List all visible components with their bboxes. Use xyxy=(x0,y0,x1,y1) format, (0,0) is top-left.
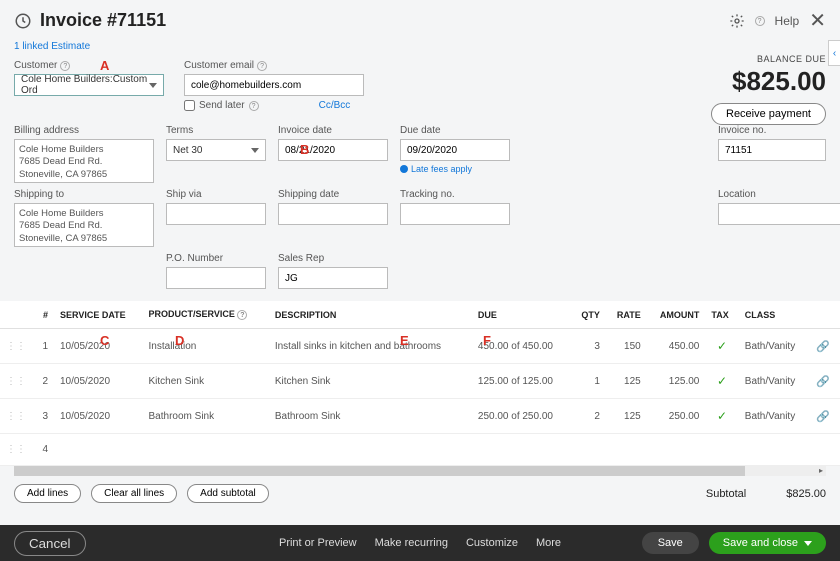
drag-handle-icon[interactable]: ⋮⋮ xyxy=(0,434,32,466)
billing-address-label: Billing address xyxy=(14,125,154,136)
gear-icon[interactable] xyxy=(729,13,745,29)
ccbcc-link[interactable]: Cc/Bcc xyxy=(319,100,351,111)
add-lines-button[interactable]: Add lines xyxy=(14,484,81,503)
location-input[interactable] xyxy=(718,203,840,225)
tracking-no-input[interactable] xyxy=(400,203,510,225)
table-row[interactable]: ⋮⋮ 310/05/2020Bathroom SinkBathroom Sink… xyxy=(0,399,840,434)
po-number-input[interactable] xyxy=(166,267,266,289)
tracking-no-label: Tracking no. xyxy=(400,189,510,200)
drag-handle-icon[interactable]: ⋮⋮ xyxy=(0,364,32,399)
horizontal-scrollbar[interactable]: ▸ xyxy=(14,466,826,476)
invoice-no-label: Invoice no. xyxy=(718,125,826,136)
customize-link[interactable]: Customize xyxy=(466,537,518,549)
subtotal-label: Subtotal xyxy=(706,488,746,500)
add-subtotal-button[interactable]: Add subtotal xyxy=(187,484,269,503)
due-date-label: Due date xyxy=(400,125,510,136)
clear-all-lines-button[interactable]: Clear all lines xyxy=(91,484,177,503)
help-icon[interactable]: ? xyxy=(755,16,765,26)
invoice-date-input[interactable] xyxy=(278,139,388,161)
invoice-no-input[interactable] xyxy=(718,139,826,161)
customer-label: Customer? xyxy=(14,60,164,71)
customer-select[interactable]: Cole Home Builders:Custom Ord xyxy=(14,74,164,96)
make-recurring-link[interactable]: Make recurring xyxy=(375,537,448,549)
close-icon[interactable]: ✕ xyxy=(809,8,826,33)
drag-handle-icon[interactable]: ⋮⋮ xyxy=(0,329,32,364)
billing-address-input[interactable] xyxy=(14,139,154,183)
linked-estimate-link[interactable]: 1 linked Estimate xyxy=(0,39,840,54)
table-row[interactable]: ⋮⋮ 4 xyxy=(0,434,840,466)
sales-rep-input[interactable] xyxy=(278,267,388,289)
late-fees-indicator: Late fees apply xyxy=(400,164,510,174)
shipping-to-label: Shipping to xyxy=(14,189,154,200)
shipping-date-input[interactable] xyxy=(278,203,388,225)
more-link[interactable]: More xyxy=(536,537,561,549)
save-button[interactable]: Save xyxy=(642,532,699,554)
email-label: Customer email? xyxy=(184,60,364,71)
line-items-table: # SERVICE DATE PRODUCT/SERVICE ? DESCRIP… xyxy=(0,301,840,466)
po-number-label: P.O. Number xyxy=(166,253,266,264)
page-title: Invoice #71151 xyxy=(40,10,166,31)
shipping-date-label: Shipping date xyxy=(278,189,388,200)
email-input[interactable] xyxy=(184,74,364,96)
sales-rep-label: Sales Rep xyxy=(278,253,388,264)
balance-due-amount: $825.00 xyxy=(711,66,826,97)
print-preview-link[interactable]: Print or Preview xyxy=(279,537,357,549)
table-row[interactable]: ⋮⋮ 110/05/2020InstallationInstall sinks … xyxy=(0,329,840,364)
due-date-input[interactable] xyxy=(400,139,510,161)
save-and-close-button[interactable]: Save and close xyxy=(709,532,826,554)
table-row[interactable]: ⋮⋮ 210/05/2020Kitchen SinkKitchen Sink 1… xyxy=(0,364,840,399)
send-later-checkbox[interactable]: Send later? xyxy=(184,100,259,111)
receive-payment-button[interactable]: Receive payment xyxy=(711,103,826,125)
subtotal-value: $825.00 xyxy=(786,488,826,500)
location-label: Location xyxy=(718,189,826,200)
help-label[interactable]: Help xyxy=(775,14,800,28)
drag-handle-icon[interactable]: ⋮⋮ xyxy=(0,399,32,434)
link-icon[interactable]: 🔗 xyxy=(810,399,840,434)
history-icon xyxy=(14,12,32,30)
shipping-to-input[interactable] xyxy=(14,203,154,247)
link-icon[interactable]: 🔗 xyxy=(810,364,840,399)
terms-label: Terms xyxy=(166,125,266,136)
link-icon[interactable] xyxy=(810,434,840,466)
cancel-button[interactable]: Cancel xyxy=(14,531,86,556)
invoice-date-label: Invoice date xyxy=(278,125,388,136)
link-icon[interactable]: 🔗 xyxy=(810,329,840,364)
terms-select[interactable]: Net 30 xyxy=(166,139,266,161)
ship-via-input[interactable] xyxy=(166,203,266,225)
balance-due-label: BALANCE DUE xyxy=(711,54,826,64)
ship-via-label: Ship via xyxy=(166,189,266,200)
